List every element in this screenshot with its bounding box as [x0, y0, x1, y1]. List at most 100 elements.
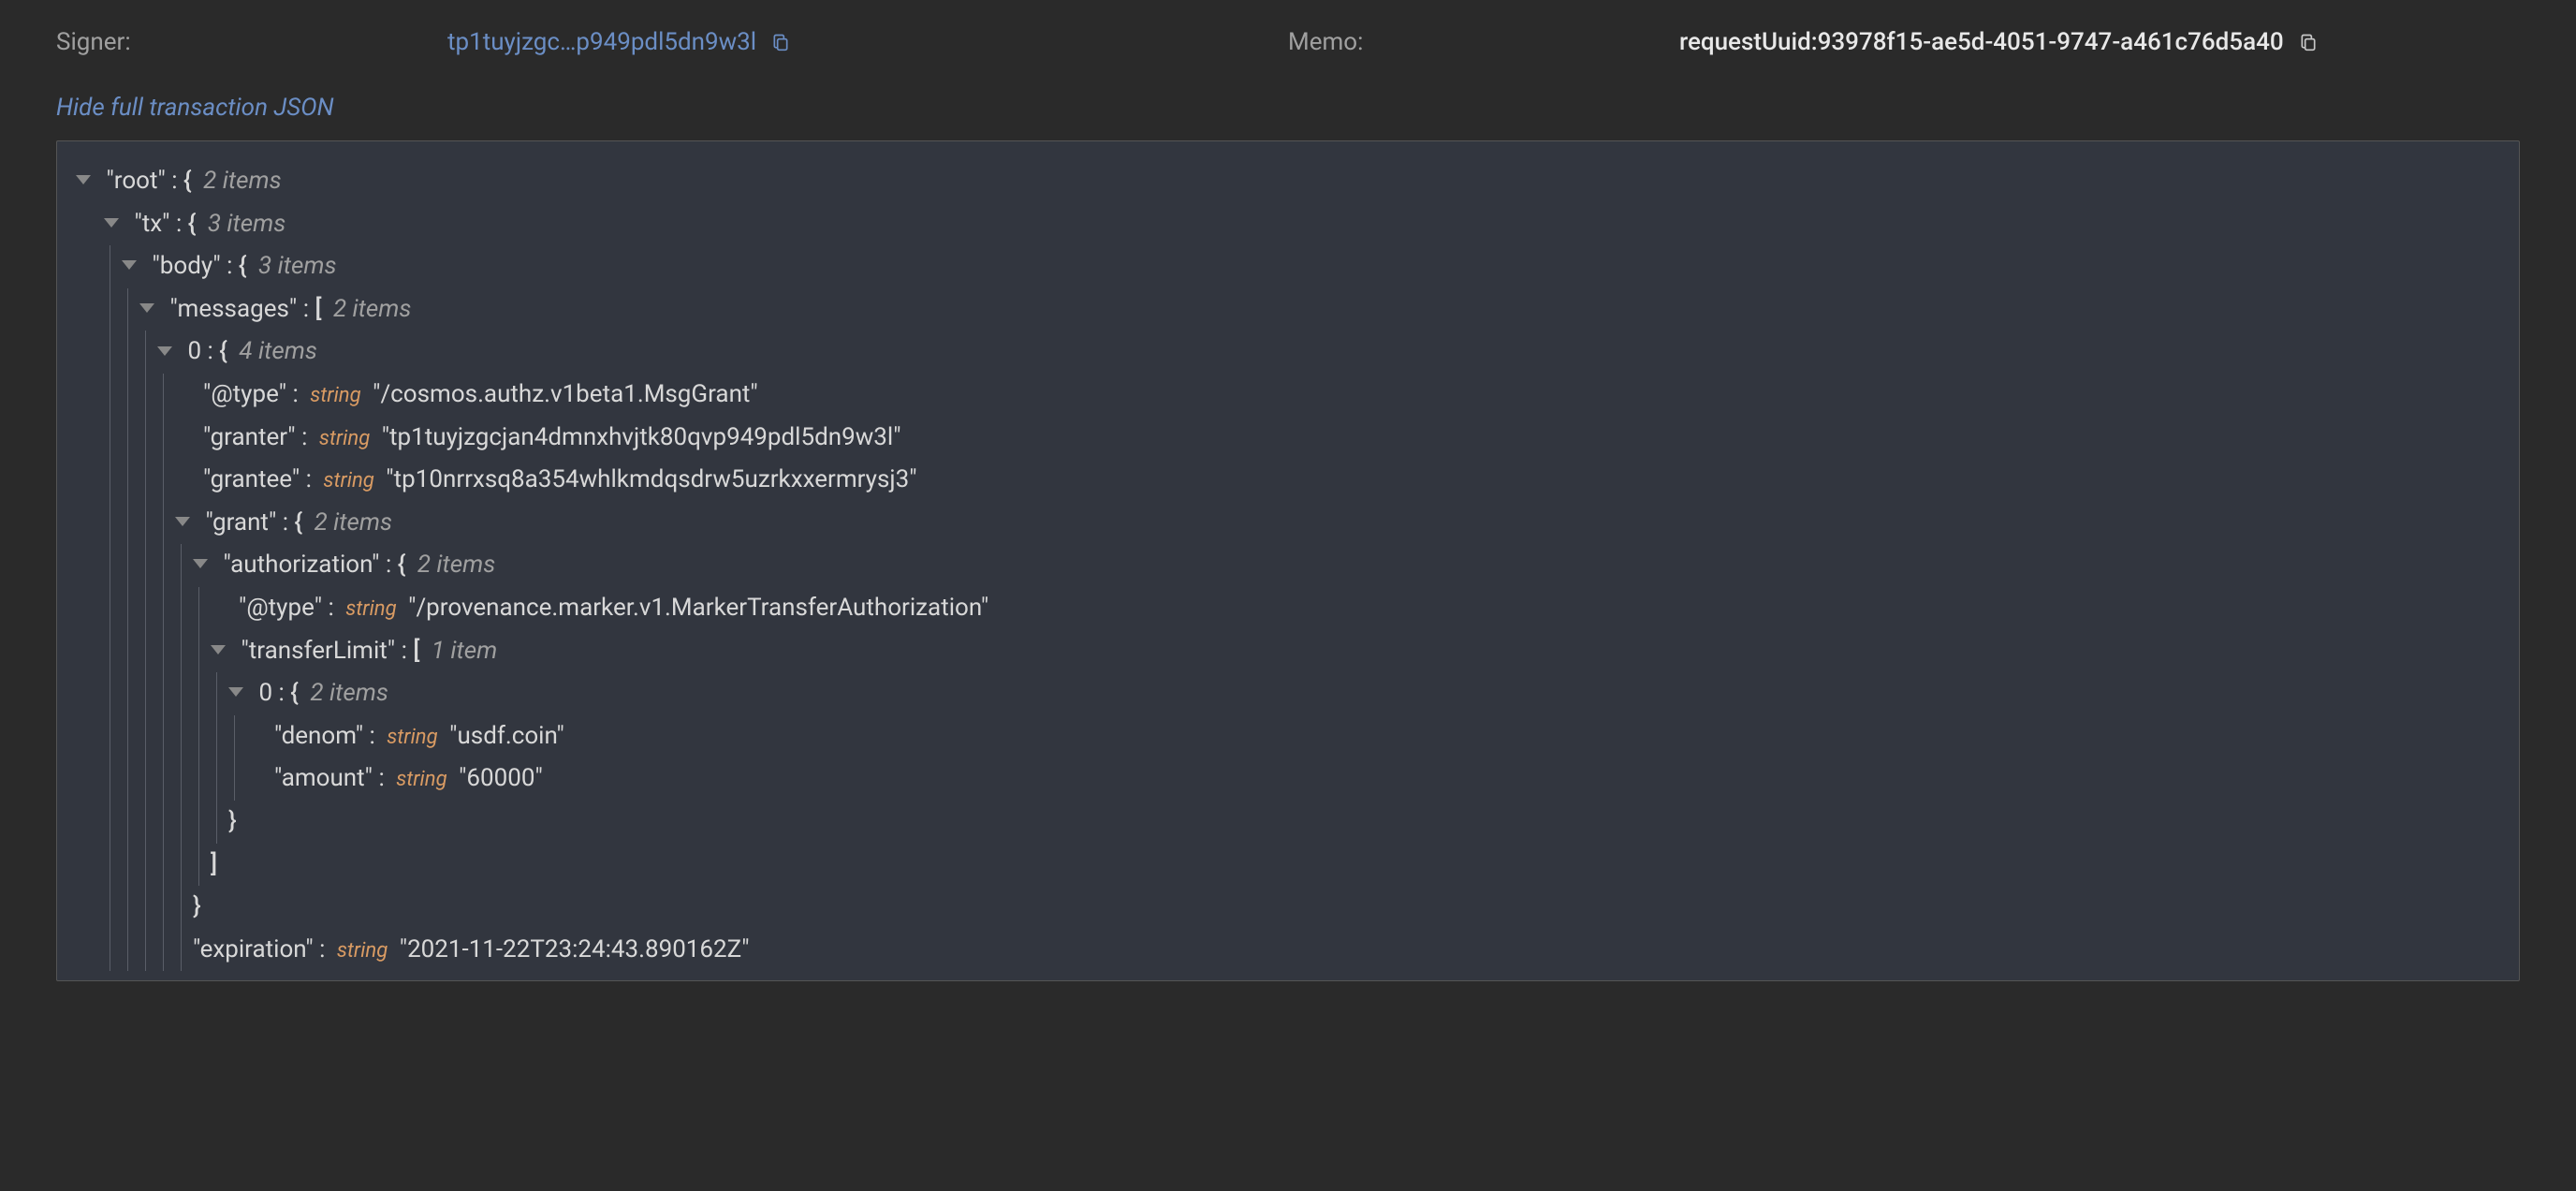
json-brace: } — [228, 807, 237, 835]
json-key: "transferLimit" — [241, 637, 395, 665]
tree-row[interactable]: "denom" : string "usdf.coin" — [246, 715, 2500, 758]
json-type: string — [345, 596, 396, 621]
tree-row[interactable]: "@type" : string "/cosmos.authz.v1beta1.… — [175, 374, 2500, 417]
json-key: "grantee" — [203, 465, 300, 493]
tree-row[interactable]: "transferLimit" : [ 1 item — [211, 630, 2500, 673]
json-brace: } — [193, 892, 201, 920]
json-meta: 2 items — [333, 295, 411, 323]
json-type: string — [319, 426, 370, 450]
json-colon: : — [292, 380, 304, 408]
caret-icon[interactable] — [175, 517, 190, 526]
inner-panel: Signer: tp1tuyjzgc…p949pdl5dn9w3l Memo: … — [28, 19, 2548, 981]
tree-row[interactable]: 0 : { 2 items — [228, 672, 2500, 715]
tree-row: ] — [211, 844, 2500, 887]
json-value: "/provenance.marker.v1.MarkerTransferAut… — [408, 594, 988, 622]
json-meta: 2 items — [203, 167, 281, 195]
json-colon: : — [279, 679, 291, 707]
json-key: "granter" — [203, 423, 296, 451]
json-colon: : — [328, 594, 340, 622]
json-colon: : — [171, 167, 183, 195]
json-colon: : — [301, 423, 314, 451]
json-colon: : — [378, 764, 390, 792]
json-key: 0 — [187, 337, 201, 365]
tree-row[interactable]: "grantee" : string "tp10nrrxsq8a354whlkm… — [175, 459, 2500, 502]
memo-label: Memo: — [1288, 28, 1672, 56]
json-colon: : — [227, 252, 239, 280]
signer-label: Signer: — [56, 28, 440, 56]
json-value: "60000" — [459, 764, 543, 792]
tree-row[interactable]: "expiration" : string "2021-11-22T23:24:… — [193, 929, 2500, 972]
json-type: string — [396, 767, 446, 791]
caret-icon[interactable] — [76, 175, 91, 184]
json-bracket: ] — [211, 850, 217, 878]
caret-icon[interactable] — [104, 218, 119, 228]
json-key: "@type" — [239, 594, 322, 622]
json-type: string — [323, 468, 373, 493]
caret-icon[interactable] — [139, 303, 154, 313]
signer-link[interactable]: tp1tuyjzgc…p949pdl5dn9w3l — [447, 28, 756, 56]
json-colon: : — [319, 935, 331, 963]
caret-icon[interactable] — [228, 687, 243, 697]
caret-icon[interactable] — [211, 645, 226, 654]
json-value: "tp10nrrxsq8a354whlkmdqsdrw5uzrkxxermrys… — [386, 465, 916, 493]
json-meta: 4 items — [239, 337, 316, 365]
copy-icon[interactable] — [771, 31, 790, 53]
json-key: "denom" — [274, 722, 363, 750]
caret-icon[interactable] — [193, 559, 208, 568]
transaction-detail-panel: Signer: tp1tuyjzgc…p949pdl5dn9w3l Memo: … — [0, 0, 2576, 981]
json-meta: 2 items — [310, 679, 388, 707]
header-row: Signer: tp1tuyjzgc…p949pdl5dn9w3l Memo: … — [56, 19, 2520, 56]
json-colon: : — [369, 722, 381, 750]
json-colon: : — [306, 465, 318, 493]
tree-row[interactable]: "grant" : { 2 items — [175, 502, 2500, 545]
caret-icon[interactable] — [122, 260, 137, 270]
json-meta: 2 items — [417, 551, 495, 579]
tree-row[interactable]: "authorization" : { 2 items — [193, 544, 2500, 587]
json-brace: { — [239, 252, 247, 280]
json-meta: 3 items — [258, 252, 336, 280]
json-value: "/cosmos.authz.v1beta1.MsgGrant" — [373, 380, 758, 408]
tree-row[interactable]: "granter" : string "tp1tuyjzgcjan4dmnxhv… — [175, 417, 2500, 460]
tree-row[interactable]: "tx" : { 3 items — [104, 203, 2500, 246]
json-meta: 3 items — [208, 210, 285, 238]
json-key: "tx" — [134, 210, 169, 238]
tree-row[interactable]: "amount" : string "60000" — [246, 757, 2500, 801]
json-brace: { — [219, 337, 227, 365]
tree-row[interactable]: "@type" : string "/provenance.marker.v1.… — [211, 587, 2500, 630]
tree-row[interactable]: "root" : { 2 items — [76, 160, 2500, 203]
json-value: "2021-11-22T23:24:43.890162Z" — [400, 935, 750, 963]
json-colon: : — [303, 295, 315, 323]
copy-icon[interactable] — [2299, 31, 2318, 53]
json-bracket: [ — [413, 637, 419, 665]
memo-value: requestUuid:93978f15-ae5d-4051-9747-a461… — [1679, 28, 2284, 56]
json-colon: : — [402, 637, 414, 665]
json-viewer: "root" : { 2 items "tx" : { 3 items — [56, 140, 2520, 981]
caret-icon[interactable] — [157, 346, 172, 356]
json-key: "messages" — [169, 295, 297, 323]
json-brace: { — [183, 167, 192, 195]
tree-row: } — [193, 886, 2500, 929]
json-value: "tp1tuyjzgcjan4dmnxhvjtk80qvp949pdl5dn9w… — [382, 423, 901, 451]
tree-row: } — [228, 801, 2500, 844]
json-brace: { — [290, 679, 299, 707]
json-bracket: [ — [315, 295, 321, 323]
json-meta: 2 items — [315, 508, 392, 537]
tree-row[interactable]: "messages" : [ 2 items — [139, 288, 2500, 331]
tree-row[interactable]: "body" : { 3 items — [122, 245, 2500, 288]
json-value: "usdf.coin" — [449, 722, 564, 750]
json-key: "authorization" — [223, 551, 379, 579]
json-colon: : — [283, 508, 295, 537]
json-brace: { — [398, 551, 406, 579]
json-colon: : — [208, 337, 220, 365]
tree-row[interactable]: 0 : { 4 items — [157, 331, 2500, 374]
json-colon: : — [176, 210, 188, 238]
json-key: 0 — [258, 679, 272, 707]
json-key: "body" — [152, 252, 220, 280]
json-type: string — [387, 725, 437, 749]
json-brace: { — [188, 210, 197, 238]
hide-json-toggle[interactable]: Hide full transaction JSON — [56, 94, 334, 122]
json-key: "amount" — [274, 764, 373, 792]
json-meta: 1 item — [432, 637, 497, 665]
json-key: "expiration" — [193, 935, 314, 963]
json-colon: : — [386, 551, 398, 579]
